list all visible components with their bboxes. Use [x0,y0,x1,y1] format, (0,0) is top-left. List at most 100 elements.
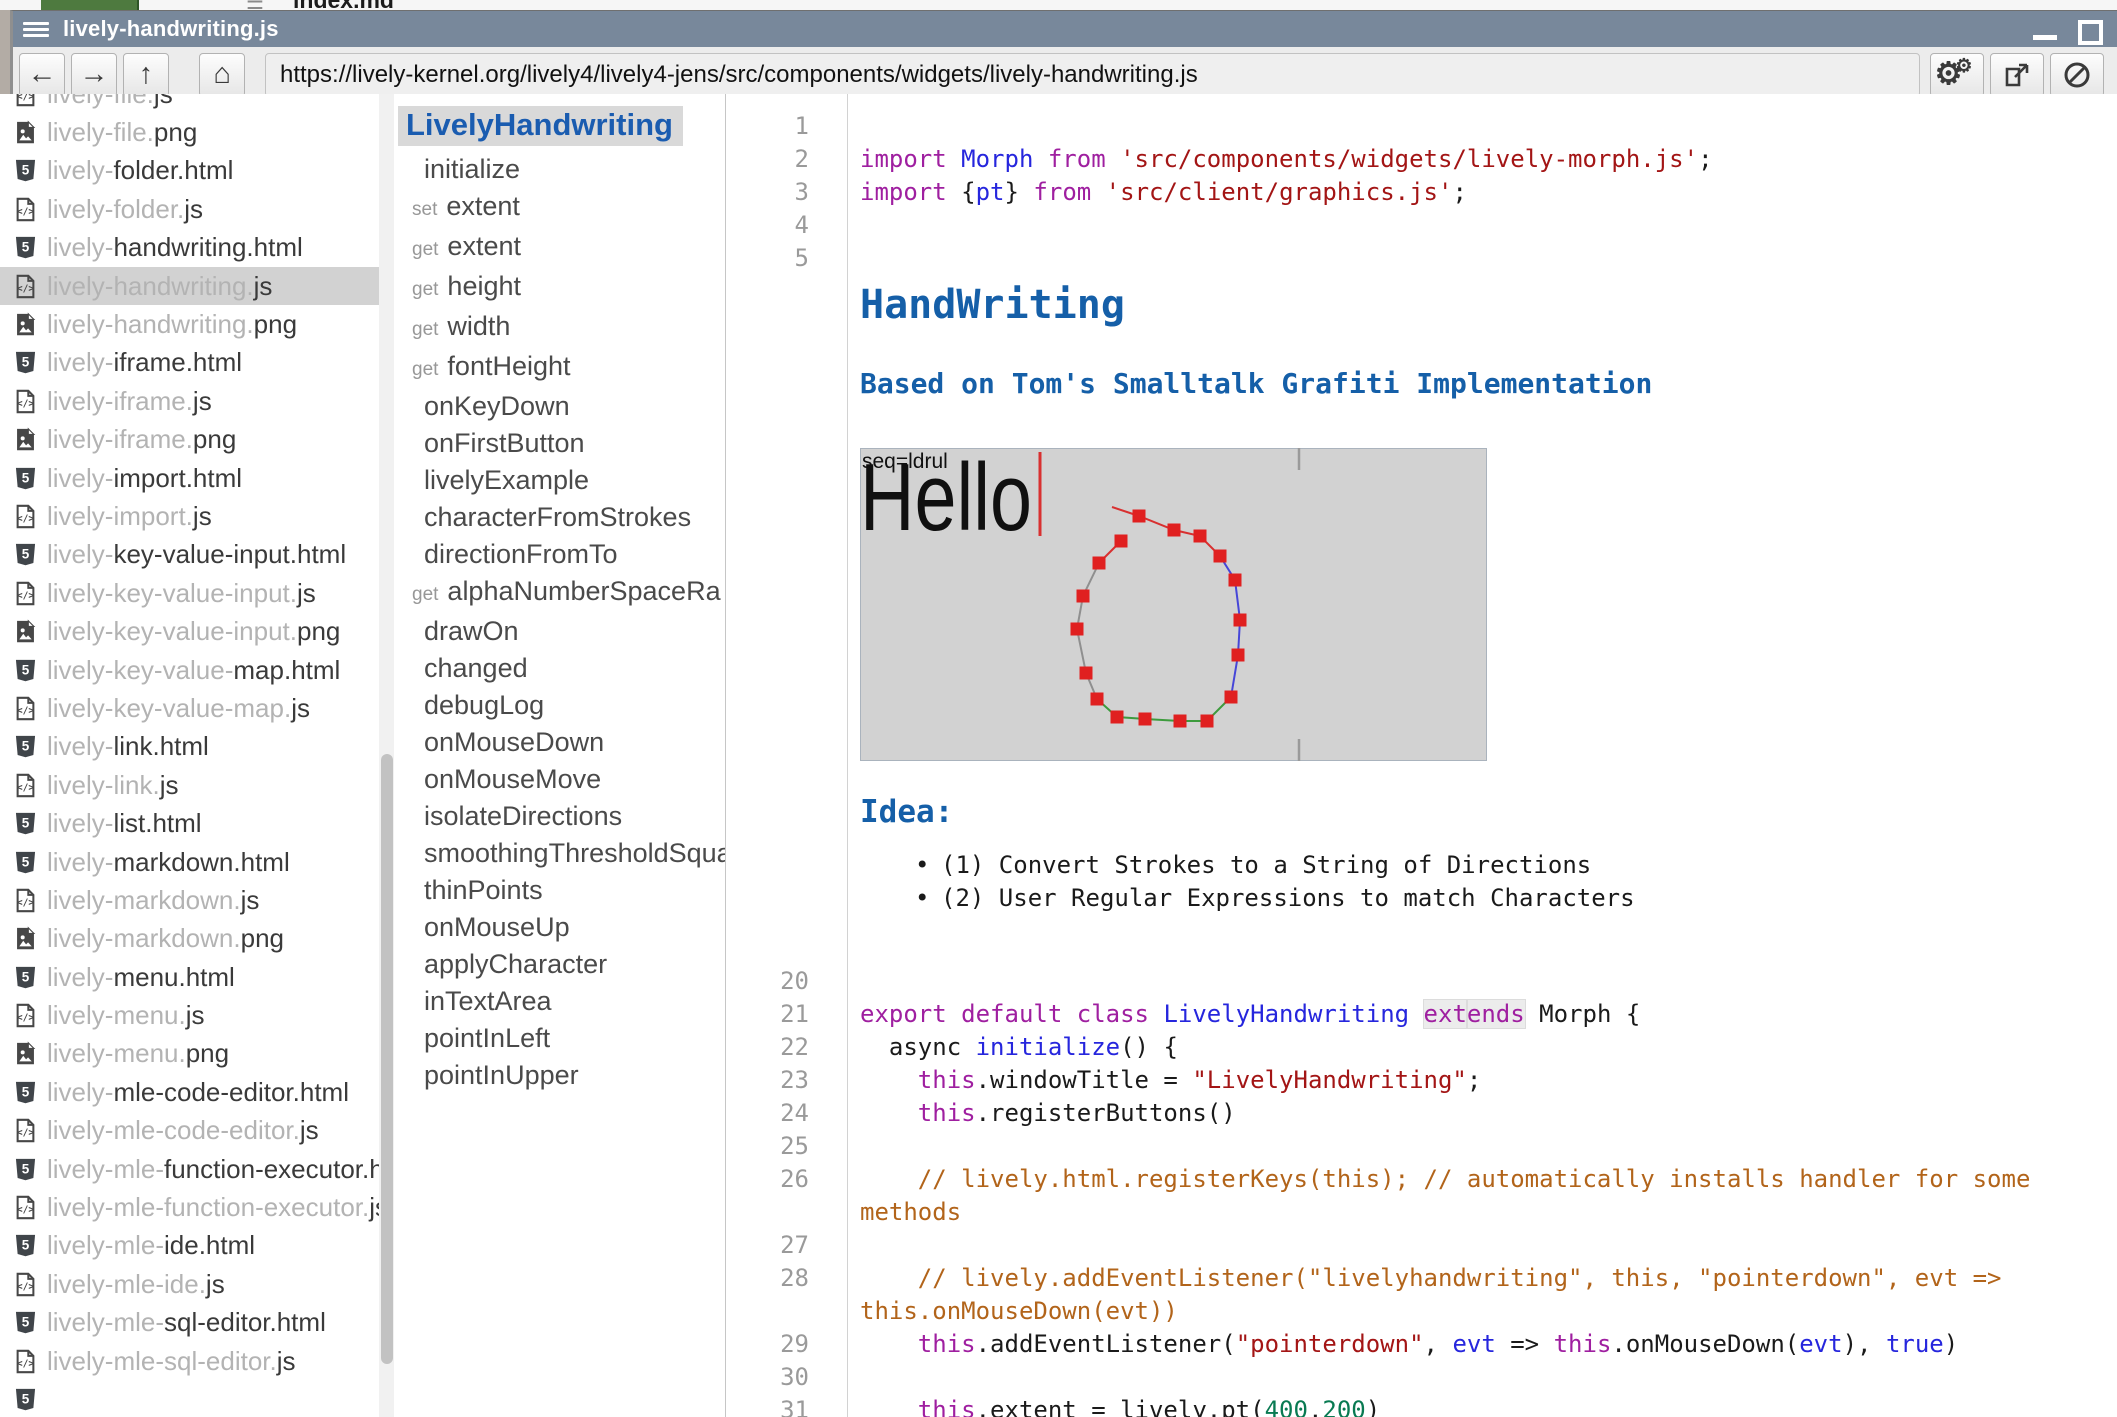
file-item[interactable]: lively-key-value-input.png [0,612,379,650]
outline-item[interactable]: smoothingThresholdSqua [394,835,725,872]
code-line[interactable]: 31 this.extent = lively.pt(400,200) [726,1394,2117,1417]
file-item[interactable]: </>lively-key-value-map.js [0,689,379,727]
minimize-button[interactable] [2033,35,2057,40]
file-name: lively-markdown.js [47,885,259,916]
file-item[interactable]: </>lively-link.js [0,766,379,804]
file-item[interactable]: 5lively-mle-function-executor.html [0,1150,379,1188]
settings-button[interactable]: ⚙⚙ [1930,53,1984,97]
outline-item[interactable]: onFirstButton [394,425,725,462]
outline-item[interactable]: characterFromStrokes [394,499,725,536]
file-item[interactable]: 5lively-mle-ide.html [0,1227,379,1265]
outline-item[interactable]: onMouseMove [394,761,725,798]
url-input[interactable] [265,53,1920,97]
svg-text:5: 5 [22,1315,30,1330]
block-button[interactable] [2050,53,2104,97]
file-item[interactable]: 5lively-import.html [0,459,379,497]
file-item[interactable]: 5lively-iframe.html [0,344,379,382]
file-item[interactable]: 5lively-link.html [0,728,379,766]
code-line[interactable]: 2import Morph from 'src/components/widge… [726,143,2117,176]
code-block-bottom[interactable]: 20 21export default class LivelyHandwrit… [726,965,2117,1417]
outline-item[interactable]: drawOn [394,613,725,650]
code-line[interactable]: 23 this.windowTitle = "LivelyHandwriting… [726,1064,2117,1097]
html-file-icon: 5 [12,349,39,376]
file-item-selected[interactable]: </>lively-handwriting.js [0,267,379,305]
outline-item[interactable]: getalphaNumberSpaceRa [394,573,725,613]
code-line[interactable]: 24 this.registerButtons() [726,1097,2117,1130]
code-line[interactable]: 28 // lively.addEventListener("livelyhan… [726,1262,2117,1328]
outline-item[interactable]: getfontHeight [394,348,725,388]
file-item[interactable]: </>lively-iframe.js [0,382,379,420]
up-button[interactable]: ↑ [123,53,169,97]
file-item[interactable]: lively-file.png [0,113,379,151]
code-line[interactable]: 29 this.addEventListener("pointerdown", … [726,1328,2117,1361]
outline-class-name[interactable]: LivelyHandwriting [398,106,683,146]
file-item[interactable]: </>lively-markdown.js [0,881,379,919]
outline-item[interactable]: debugLog [394,687,725,724]
code-line[interactable]: 30 [726,1361,2117,1394]
outline-item[interactable]: directionFromTo [394,536,725,573]
file-item[interactable]: 5 [0,1380,379,1417]
maximize-button[interactable] [2078,20,2103,45]
code-line[interactable]: 1 [726,110,2117,143]
outline-item[interactable]: isolateDirections [394,798,725,835]
file-item[interactable]: 5lively-mle-code-editor.html [0,1073,379,1111]
file-item[interactable]: </>lively-key-value-input.js [0,574,379,612]
code-line[interactable]: 5 [726,242,2117,275]
outline-item[interactable]: applyCharacter [394,946,725,983]
outline-item[interactable]: onMouseUp [394,909,725,946]
file-name: lively-mle-code-editor.js [47,1115,319,1146]
code-line[interactable]: 25 [726,1130,2117,1163]
outline-item[interactable]: setextent [394,188,725,228]
code-line[interactable]: 22 async initialize() { [726,1031,2117,1064]
outline-item[interactable]: initialize [394,151,725,188]
file-item[interactable]: lively-markdown.png [0,920,379,958]
outline-item[interactable]: onKeyDown [394,388,725,425]
file-item[interactable]: 5lively-markdown.html [0,843,379,881]
outline-item[interactable]: changed [394,650,725,687]
file-item[interactable]: </>lively-mle-ide.js [0,1265,379,1303]
file-item[interactable]: </>lively-menu.js [0,996,379,1034]
home-button[interactable]: ⌂ [199,53,245,97]
file-item[interactable]: </>lively-import.js [0,497,379,535]
code-line[interactable]: 21export default class LivelyHandwriting… [726,998,2117,1031]
code-line[interactable]: 27 [726,1229,2117,1262]
outline-item[interactable]: getextent [394,228,725,268]
menu-icon[interactable] [23,19,49,39]
outline-item[interactable]: pointInUpper [394,1057,725,1094]
file-item[interactable]: 5lively-key-value-map.html [0,651,379,689]
file-item[interactable]: 5lively-folder.html [0,152,379,190]
outline-item[interactable]: onMouseDown [394,724,725,761]
open-external-button[interactable] [1990,53,2044,97]
code-line[interactable]: 20 [726,965,2117,998]
file-item[interactable]: </>lively-mle-sql-editor.js [0,1342,379,1380]
outline-item[interactable]: getwidth [394,308,725,348]
back-button[interactable]: ← [19,53,65,97]
file-item[interactable]: lively-menu.png [0,1035,379,1073]
outline-item[interactable]: getheight [394,268,725,308]
code-block-top[interactable]: 1 2import Morph from 'src/components/wid… [726,110,2117,275]
outline-item[interactable]: livelyExample [394,462,725,499]
file-item[interactable]: 5lively-mle-sql-editor.html [0,1304,379,1342]
file-item[interactable]: </>lively-folder.js [0,190,379,228]
file-list-scrollbar[interactable] [379,94,394,1417]
file-item[interactable]: 5lively-handwriting.html [0,229,379,267]
code-editor[interactable]: 1 2import Morph from 'src/components/wid… [726,94,2117,1417]
file-item[interactable]: 5lively-key-value-input.html [0,536,379,574]
file-item[interactable]: lively-handwriting.png [0,305,379,343]
file-item[interactable]: </>lively-mle-function-executor.js [0,1188,379,1226]
file-item[interactable]: 5lively-menu.html [0,958,379,996]
outline-item[interactable]: pointInLeft [394,1020,725,1057]
file-item[interactable]: </>lively-file.js [0,94,379,113]
svg-text:5: 5 [22,1391,30,1406]
scrollbar-thumb[interactable] [381,754,393,1364]
outline-item[interactable]: inTextArea [394,983,725,1020]
code-line[interactable]: 26 // lively.html.registerKeys(this); //… [726,1163,2117,1229]
outline-item[interactable]: thinPoints [394,872,725,909]
code-line[interactable]: 4 [726,209,2117,242]
file-item[interactable]: 5lively-list.html [0,804,379,842]
file-item[interactable]: </>lively-mle-code-editor.js [0,1112,379,1150]
file-name: lively-mle-ide.html [47,1230,255,1261]
file-item[interactable]: lively-iframe.png [0,421,379,459]
forward-button[interactable]: → [71,53,117,97]
code-line[interactable]: 3import {pt} from 'src/client/graphics.j… [726,176,2117,209]
